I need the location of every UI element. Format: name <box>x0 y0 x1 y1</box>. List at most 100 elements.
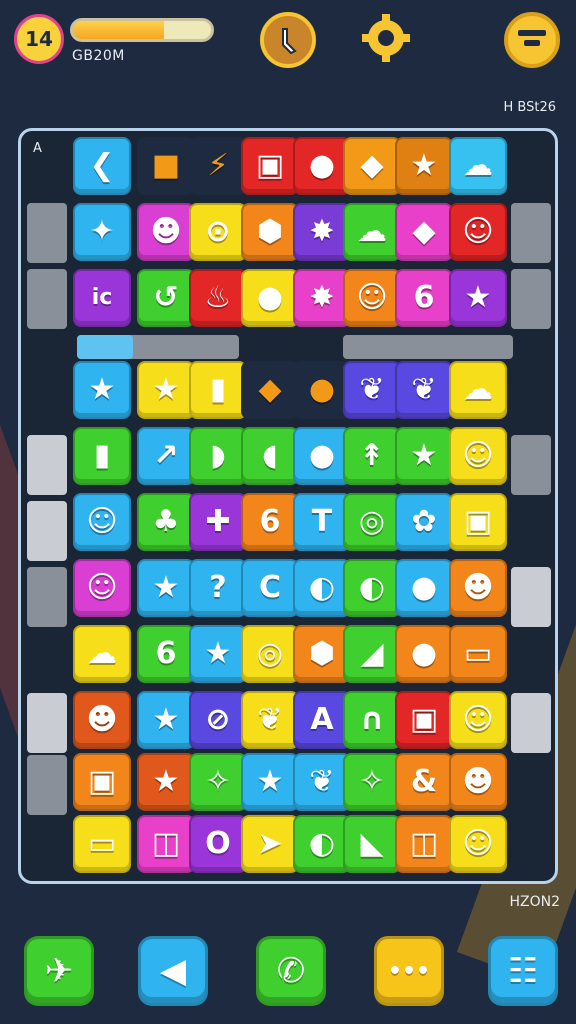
game-tile[interactable]: ↗ <box>137 427 195 485</box>
game-tile[interactable]: ◢ <box>343 625 401 683</box>
tile-icon: ✸ <box>309 214 335 249</box>
tile-icon: ? <box>209 570 227 605</box>
game-tile[interactable]: ★ <box>241 753 299 811</box>
game-tile[interactable]: ◎ <box>241 625 299 683</box>
more-button[interactable]: ••• <box>374 936 444 1006</box>
game-tile[interactable]: O <box>189 815 247 873</box>
game-tile[interactable]: ic <box>73 269 131 327</box>
game-tile[interactable]: ☺ <box>449 815 507 873</box>
game-tile[interactable]: ★ <box>395 427 453 485</box>
game-tile[interactable]: ★ <box>137 691 195 749</box>
hint-button[interactable] <box>260 12 316 68</box>
game-tile[interactable]: ◫ <box>395 815 453 873</box>
tile-icon: ➤ <box>257 826 283 861</box>
phone-button[interactable]: ✆ <box>256 936 326 1006</box>
game-tile[interactable]: ▣ <box>395 691 453 749</box>
game-tile[interactable]: ▮ <box>189 361 247 419</box>
game-tile[interactable]: ★ <box>395 137 453 195</box>
menu-round-button[interactable] <box>504 12 560 68</box>
tile-icon: ❦ <box>257 702 283 737</box>
tile-icon: ❦ <box>411 372 437 407</box>
game-tile[interactable]: ◆ <box>395 203 453 261</box>
game-tile[interactable]: ↺ <box>137 269 195 327</box>
game-tile[interactable]: ◐ <box>343 559 401 617</box>
game-tile[interactable]: ☻ <box>449 559 507 617</box>
game-tile[interactable]: ♨ <box>189 269 247 327</box>
game-tile[interactable]: C <box>241 559 299 617</box>
settings-button[interactable] <box>358 10 414 66</box>
game-tile[interactable]: ■ <box>137 137 195 195</box>
game-tile[interactable]: ◆ <box>343 137 401 195</box>
game-tile[interactable]: ◆ <box>241 361 299 419</box>
game-tile[interactable]: ✚ <box>189 493 247 551</box>
game-tile[interactable]: ● <box>241 269 299 327</box>
game-tile[interactable]: ● <box>395 625 453 683</box>
game-tile[interactable]: ★ <box>73 361 131 419</box>
game-tile[interactable]: ★ <box>449 269 507 327</box>
game-tile[interactable]: ❦ <box>343 361 401 419</box>
game-tile[interactable]: ▣ <box>241 137 299 195</box>
game-tile[interactable]: & <box>395 753 453 811</box>
game-tile[interactable]: ⊘ <box>189 691 247 749</box>
game-tile[interactable]: ⬢ <box>241 203 299 261</box>
game-tile[interactable]: ☁ <box>449 361 507 419</box>
game-tile[interactable]: ★ <box>189 625 247 683</box>
game-tile[interactable]: ☺ <box>449 203 507 261</box>
game-tile[interactable]: 6 <box>241 493 299 551</box>
menu-button[interactable]: ☷ <box>488 936 558 1006</box>
game-tile[interactable]: ☁ <box>449 137 507 195</box>
game-tile[interactable]: ↟ <box>343 427 401 485</box>
game-tile[interactable]: ▣ <box>73 753 131 811</box>
game-tile[interactable]: ● <box>395 559 453 617</box>
game-tile[interactable]: ❮ <box>73 137 131 195</box>
game-tile[interactable]: ➤ <box>241 815 299 873</box>
fish-icon: ✈ <box>44 951 74 991</box>
back-button[interactable]: ◀ <box>138 936 208 1006</box>
game-tile[interactable]: ☺ <box>449 427 507 485</box>
tile-icon: ▣ <box>87 764 117 799</box>
tile-icon: ◢ <box>360 636 384 671</box>
tile-icon: ↺ <box>153 280 179 315</box>
fish-button[interactable]: ✈ <box>24 936 94 1006</box>
game-tile[interactable]: ☁ <box>73 625 131 683</box>
game-tile[interactable]: ▮ <box>73 427 131 485</box>
tile-icon: & <box>410 764 438 799</box>
tile-icon: ↗ <box>153 438 179 473</box>
game-tile[interactable]: ☺ <box>449 691 507 749</box>
game-tile[interactable]: ✧ <box>343 753 401 811</box>
game-tile[interactable]: ◎ <box>343 493 401 551</box>
game-tile[interactable]: ◗ <box>189 427 247 485</box>
game-tile[interactable]: ☺ <box>73 493 131 551</box>
game-tile[interactable]: ▭ <box>449 625 507 683</box>
game-tile[interactable]: ♣ <box>137 493 195 551</box>
game-tile[interactable]: ❦ <box>241 691 299 749</box>
game-tile[interactable]: ✦ <box>73 203 131 261</box>
game-tile[interactable]: ☻ <box>73 691 131 749</box>
tile-icon: ▣ <box>409 702 439 737</box>
game-tile[interactable]: ∩ <box>343 691 401 749</box>
game-tile[interactable]: ◖ <box>241 427 299 485</box>
game-tile[interactable]: ◣ <box>343 815 401 873</box>
game-tile[interactable]: ? <box>189 559 247 617</box>
game-tile[interactable]: 6 <box>137 625 195 683</box>
game-tile[interactable]: ⊙ <box>189 203 247 261</box>
game-tile[interactable]: ★ <box>137 361 195 419</box>
game-tile[interactable]: ❦ <box>395 361 453 419</box>
game-tile[interactable]: ▣ <box>449 493 507 551</box>
game-tile[interactable]: ★ <box>137 559 195 617</box>
game-tile[interactable]: ✿ <box>395 493 453 551</box>
gear-icon <box>362 14 410 62</box>
top-hud: 14 GB20M <box>0 0 576 110</box>
game-tile[interactable]: ★ <box>137 753 195 811</box>
tile-icon: O <box>205 826 231 861</box>
game-tile[interactable]: 6 <box>395 269 453 327</box>
game-tile[interactable]: ☺ <box>73 559 131 617</box>
game-tile[interactable]: ☻ <box>137 203 195 261</box>
game-tile[interactable]: ◫ <box>137 815 195 873</box>
game-tile[interactable]: ☁ <box>343 203 401 261</box>
game-tile[interactable]: ☻ <box>449 753 507 811</box>
game-tile[interactable]: ✧ <box>189 753 247 811</box>
game-tile[interactable]: ▭ <box>73 815 131 873</box>
game-tile[interactable]: ☺ <box>343 269 401 327</box>
game-tile[interactable]: ⚡ <box>189 137 247 195</box>
